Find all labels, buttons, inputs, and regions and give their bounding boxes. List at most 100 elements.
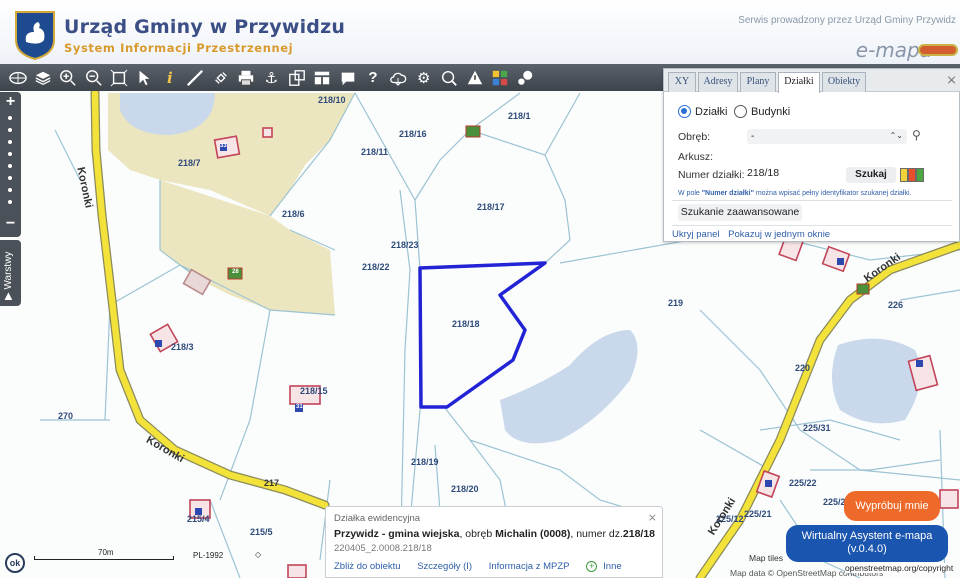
- settings-icon[interactable]: ⚙: [412, 66, 435, 89]
- search-map-icon[interactable]: [438, 66, 461, 89]
- parcel-number-input[interactable]: 218/18: [747, 167, 779, 179]
- radio-budynki-label: Budynki: [751, 105, 791, 118]
- cloud-icon[interactable]: [387, 66, 410, 89]
- zoom-out-icon[interactable]: [82, 66, 105, 89]
- try-me-button[interactable]: Wypróbuj mnie: [844, 491, 940, 521]
- layers-icon[interactable]: [31, 66, 54, 89]
- radio-unselected-icon[interactable]: [734, 105, 747, 118]
- parcel-label: 218/11: [361, 147, 389, 157]
- close-icon[interactable]: ⨯: [946, 72, 957, 88]
- comment-icon[interactable]: [336, 66, 359, 89]
- details-link[interactable]: Szczegóły (I): [417, 561, 472, 572]
- more-link[interactable]: + Inne: [586, 561, 636, 572]
- help-icon[interactable]: ?: [361, 66, 384, 89]
- info-icon[interactable]: i: [158, 66, 181, 89]
- obreb-select[interactable]: -: [747, 128, 907, 144]
- parcel-description: Przywidz - gmina wiejska, obręb Michalin…: [334, 528, 656, 540]
- crs-dropdown-icon[interactable]: ◇: [255, 550, 261, 559]
- anchor-icon[interactable]: ⚓: [260, 66, 283, 89]
- zoom-extent-icon[interactable]: [108, 66, 131, 89]
- table-icon[interactable]: [311, 66, 334, 89]
- parcel-label: 218/1: [508, 111, 531, 121]
- tab-obiekty[interactable]: Obiekty: [822, 72, 866, 92]
- parcel-label: 218/3: [171, 342, 194, 352]
- virtual-assistant-button[interactable]: Wirtualny Asystent e-mapa (v.0.4.0): [786, 525, 948, 562]
- link-icon[interactable]: [209, 66, 232, 89]
- color-toggle[interactable]: [900, 168, 924, 182]
- popup-links: Zbliż do obiektu Szczegóły (I) Informacj…: [334, 561, 650, 572]
- zoom-level-dot[interactable]: [8, 128, 12, 132]
- layers-tab-label: ▶ Warstwy: [3, 251, 14, 300]
- app-title: Urząd Gminy w Przywidzu: [64, 16, 346, 38]
- search-icon[interactable]: ⚲: [912, 128, 921, 142]
- ok-button[interactable]: ok: [5, 553, 25, 573]
- advanced-search-button[interactable]: Szukanie zaawansowane: [678, 204, 802, 221]
- mpzp-info-link[interactable]: Informacja z MPZP: [489, 561, 570, 572]
- building-number: 33: [220, 143, 227, 149]
- scale-label: 70m: [98, 548, 114, 557]
- grid-icon[interactable]: [488, 66, 511, 89]
- parcel-label: 220: [795, 363, 811, 373]
- zoom-level-dot[interactable]: [8, 176, 12, 180]
- zoom-level-dot[interactable]: [8, 152, 12, 156]
- tab-xy[interactable]: XY: [668, 72, 696, 92]
- warning-icon[interactable]: [463, 66, 486, 89]
- hide-panel-link[interactable]: Ukryj panel: [672, 229, 720, 240]
- parcel-label: 218/20: [451, 484, 479, 494]
- parcel-label: 218/23: [391, 240, 419, 250]
- tab-dzialki[interactable]: Działki: [778, 72, 820, 93]
- export-icon[interactable]: [285, 66, 308, 89]
- tab-plany[interactable]: Plany: [740, 72, 776, 92]
- selected-parcel-outline: [418, 261, 547, 409]
- crs-label[interactable]: PL-1992: [193, 551, 223, 560]
- service-note: Serwis prowadzony przez Urząd Gminy Przy…: [738, 15, 956, 26]
- attribution-link[interactable]: openstreetmap.org/copyright: [845, 563, 954, 573]
- radio-selected-icon[interactable]: [678, 105, 691, 118]
- panel-links: Ukryj panel Pokazuj w jednym oknie: [672, 229, 836, 240]
- measure-icon[interactable]: [184, 66, 207, 89]
- assistant-name: Wirtualny Asystent e-mapa: [801, 530, 933, 542]
- parcel-label: 215/4: [187, 514, 210, 524]
- search-button[interactable]: Szukaj: [846, 167, 896, 183]
- pointer-icon[interactable]: [133, 66, 156, 89]
- radio-budynki[interactable]: Budynki: [734, 105, 790, 118]
- zoom-slider[interactable]: + −: [0, 92, 21, 237]
- obreb-label: Obręb:: [678, 131, 711, 143]
- header: Urząd Gminy w Przywidzu System Informacj…: [0, 0, 960, 64]
- zoom-plus-button[interactable]: +: [0, 93, 21, 111]
- plus-circle-icon[interactable]: +: [586, 561, 598, 572]
- zoom-to-object-link[interactable]: Zbliż do obiektu: [334, 561, 401, 572]
- parcel-label: 219: [668, 298, 684, 308]
- zoom-level-dot[interactable]: [8, 188, 12, 192]
- pond: [500, 330, 638, 444]
- assistant-version: (v.0.4.0): [847, 543, 887, 555]
- zoom-minus-button[interactable]: −: [0, 215, 21, 233]
- parcel-label: 218/15: [300, 386, 328, 396]
- parcel-label: 218/7: [178, 158, 201, 168]
- popup-title: Działka ewidencyjna: [334, 513, 421, 524]
- zoom-level-dot[interactable]: [8, 200, 12, 204]
- numer-label: Numer działki:: [678, 169, 745, 181]
- tab-adresy[interactable]: Adresy: [698, 72, 738, 92]
- print-icon[interactable]: [235, 66, 258, 89]
- parcel-label: 218/6: [282, 209, 305, 219]
- chat-icon[interactable]: [514, 66, 537, 89]
- zoom-level-dot[interactable]: [8, 140, 12, 144]
- radio-dzialki[interactable]: Działki: [678, 105, 727, 118]
- parcel-label: 225/22: [789, 478, 817, 488]
- building-number: 28: [232, 269, 239, 275]
- layers-panel-tab[interactable]: ▶ Warstwy: [0, 240, 21, 306]
- close-icon[interactable]: ⨯: [648, 511, 657, 524]
- zoom-level-dot[interactable]: [8, 164, 12, 168]
- selected-parcel-label: 218/18: [452, 319, 480, 329]
- globe-icon[interactable]: [6, 66, 29, 89]
- parcel-label: 218/19: [411, 457, 439, 467]
- zoom-level-dot[interactable]: [8, 116, 12, 120]
- radio-dzialki-label: Działki: [695, 105, 728, 118]
- road-number-label: 217: [264, 478, 280, 488]
- app-subtitle: System Informacji Przestrzennej: [64, 41, 294, 55]
- one-window-link[interactable]: Pokazuj w jednym oknie: [728, 229, 830, 240]
- zoom-in-icon[interactable]: [57, 66, 80, 89]
- emapa-badge: [918, 44, 958, 56]
- parcel-label: 215/5: [250, 527, 273, 537]
